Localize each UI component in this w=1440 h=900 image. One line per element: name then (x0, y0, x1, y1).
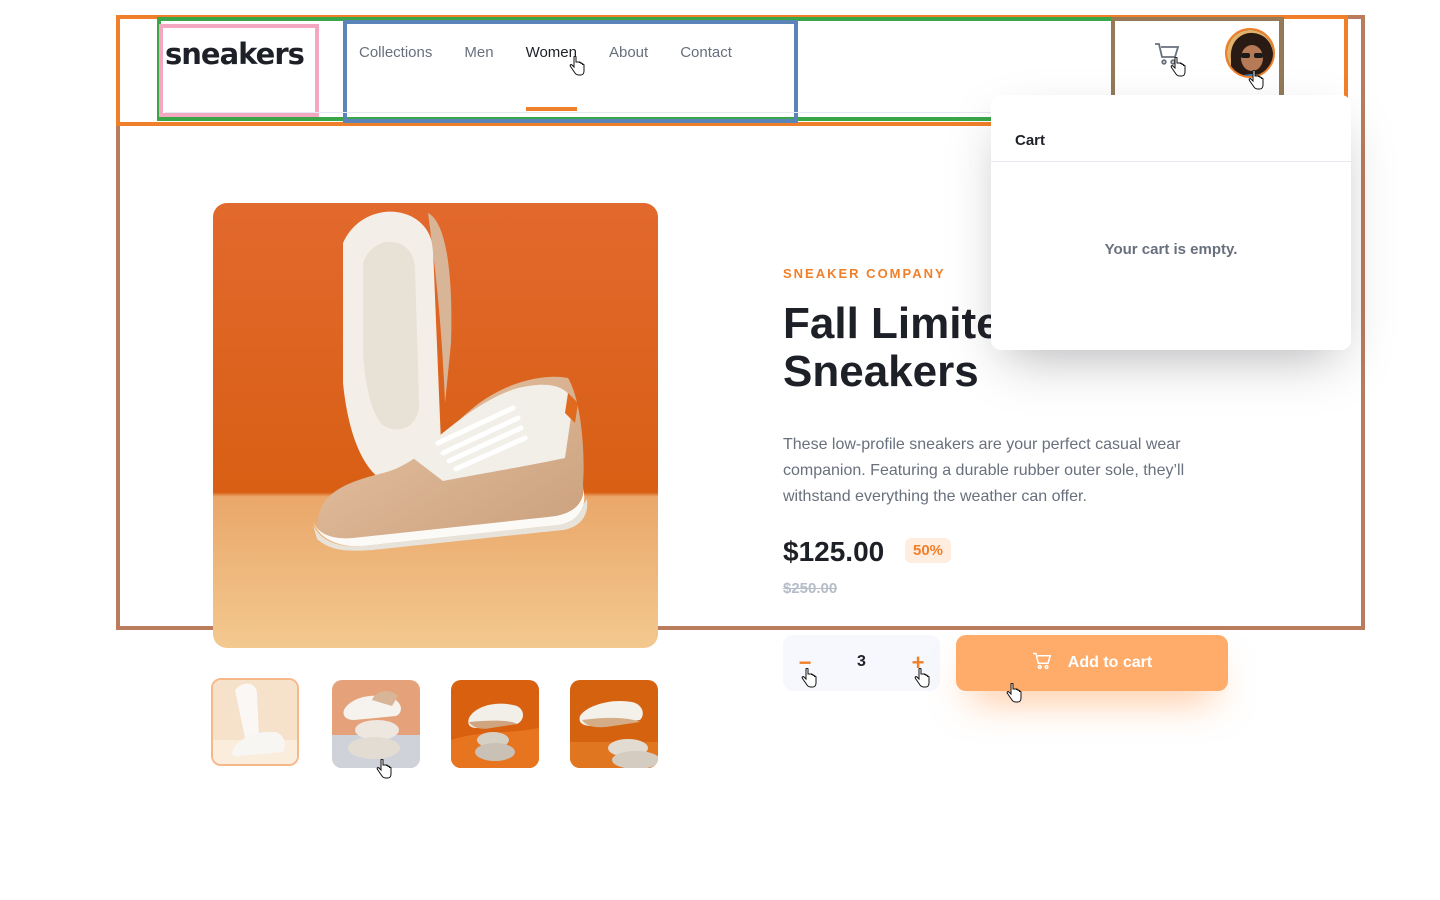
increase-quantity-button[interactable]: + (904, 649, 932, 677)
cart-empty-message: Your cart is empty. (1104, 241, 1238, 258)
cart-icon (1032, 652, 1052, 675)
quantity-stepper: − 3 + (783, 635, 940, 691)
company-label: SNEAKER COMPANY (783, 266, 946, 281)
nav-link-men[interactable]: Men (464, 44, 493, 112)
product-main-image[interactable] (213, 203, 658, 648)
site-logo[interactable]: sneakers (165, 37, 305, 71)
nav-link-contact[interactable]: Contact (680, 44, 732, 112)
add-to-cart-button[interactable]: Add to cart (956, 635, 1228, 691)
cart-divider (991, 161, 1351, 162)
discount-badge: 50% (905, 538, 952, 563)
main-nav: Collections Men Women About Contact (359, 44, 764, 112)
nav-link-collections[interactable]: Collections (359, 44, 432, 112)
nav-link-about[interactable]: About (609, 44, 648, 112)
nav-link-women[interactable]: Women (525, 44, 578, 112)
original-price: $250.00 (783, 580, 838, 597)
add-to-cart-label: Add to cart (1067, 654, 1153, 671)
thumbnail-1[interactable] (211, 678, 299, 766)
cart-popover: Cart Your cart is empty. (991, 95, 1351, 350)
product-description: These low-profile sneakers are your perf… (783, 436, 1185, 505)
cart-title: Cart (1015, 132, 1046, 149)
current-price: $125.00 (783, 536, 885, 567)
thumbnail-3[interactable] (451, 680, 539, 768)
avatar[interactable] (1225, 28, 1275, 78)
cart-icon[interactable] (1154, 42, 1180, 66)
thumbnail-4[interactable] (570, 680, 658, 768)
thumbnail-2[interactable] (332, 680, 420, 768)
